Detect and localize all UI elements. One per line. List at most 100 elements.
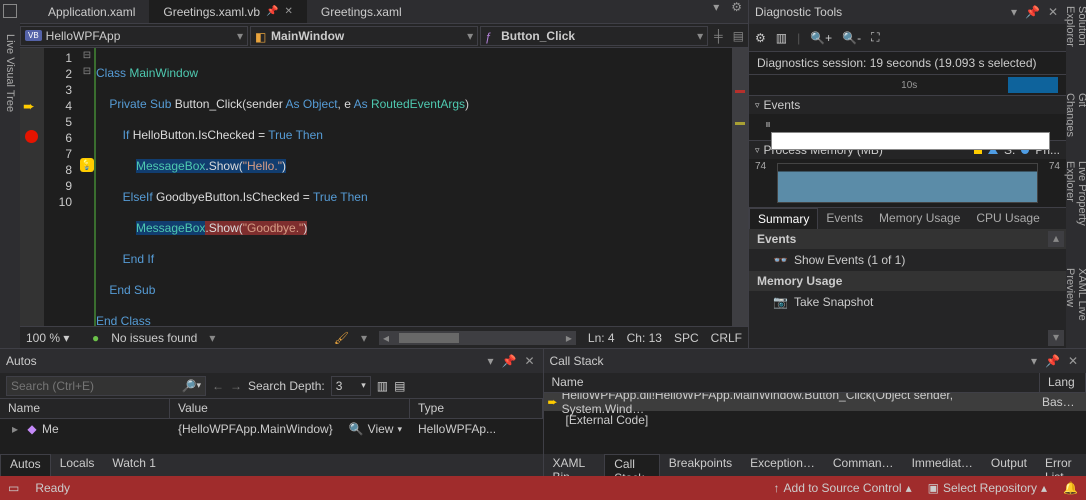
close-icon[interactable]: ✕ (1046, 5, 1060, 19)
tab-application-xaml[interactable]: Application.xaml (34, 0, 149, 23)
take-snapshot-link[interactable]: 📷 Take Snapshot (749, 291, 1066, 313)
chevron-down-icon[interactable]: ▾ (467, 29, 473, 43)
chevron-down-icon[interactable]: ▾ (209, 331, 215, 345)
show-events-link[interactable]: 👓 Show Events (1 of 1) (749, 249, 1066, 271)
col-type[interactable]: Type (410, 399, 543, 418)
autos-grid[interactable]: ▸ ◆ Me {HelloWPFApp.MainWindow} 🔍 View ▾… (0, 419, 543, 454)
memory-chart[interactable]: 74 74 (749, 159, 1066, 207)
depth-selector[interactable]: 3▾ (331, 376, 371, 396)
chevron-down-icon[interactable]: ▾ (237, 29, 243, 43)
breakpoint-icon[interactable] (25, 130, 38, 143)
code-editor[interactable]: ➨ 12345678910 ⊟⊟ Class MainWindow Privat… (20, 48, 748, 326)
select-tools-icon[interactable]: ▥ (776, 31, 787, 45)
col-name[interactable]: Name (544, 373, 1041, 392)
nav-method[interactable]: ƒ Button_Click ▾ (480, 26, 708, 46)
lightbulb-icon[interactable]: 💡 (80, 158, 94, 172)
tab-locals[interactable]: Locals (51, 454, 104, 476)
close-icon[interactable]: ✕ (1066, 354, 1080, 368)
search-icon[interactable]: 🔎 (182, 379, 197, 393)
horizontal-scrollbar[interactable]: ◂▸ (379, 331, 576, 345)
tab-error-list[interactable]: Error List (1036, 454, 1086, 476)
pin-icon[interactable]: 📌 (1043, 354, 1062, 368)
tab-autos[interactable]: Autos (0, 454, 51, 476)
split-plus-icon[interactable]: ╪ (710, 29, 727, 43)
toolbar-icon[interactable]: ▤ (394, 379, 405, 393)
scroll-down-icon[interactable]: ▾ (1048, 330, 1064, 346)
events-section-header[interactable]: ▿ Events (749, 96, 1066, 114)
vertical-scrollbar[interactable] (732, 48, 748, 326)
magnifier-icon[interactable]: 🔍 (349, 422, 364, 436)
code-content[interactable]: Class MainWindow Private Sub Button_Clic… (94, 48, 732, 326)
tab-memory-usage[interactable]: Memory Usage (871, 208, 968, 229)
pin-icon[interactable]: 📌 (1023, 5, 1042, 19)
close-icon[interactable]: ✕ (285, 6, 293, 17)
autos-search[interactable]: 🔎▾ (6, 376, 206, 396)
search-input[interactable] (11, 379, 182, 393)
tab-immediate[interactable]: Immediat… (903, 454, 982, 476)
line-indicator[interactable]: Ln: 4 (588, 331, 615, 345)
col-indicator[interactable]: Ch: 13 (627, 331, 662, 345)
pin-icon[interactable]: 📌 (266, 6, 278, 17)
split-window-icon[interactable]: ▤ (729, 29, 748, 43)
toolbar-icon[interactable]: ▥ (377, 379, 388, 393)
nav-forward-icon[interactable]: → (230, 379, 242, 393)
gear-icon[interactable]: ⚙ (725, 0, 748, 23)
time-ruler[interactable]: 10s (749, 75, 1066, 95)
zoom-out-icon[interactable]: 🔍- (842, 31, 861, 45)
tab-cpu-usage[interactable]: CPU Usage (968, 208, 1047, 229)
gear-icon[interactable]: ⚙ (755, 31, 766, 45)
status-rect-icon[interactable]: ▭ (8, 481, 19, 495)
status-bar: ▭ Ready ↑ Add to Source Control ▴ ▣ Sele… (0, 476, 1086, 500)
col-name[interactable]: Name (0, 399, 170, 418)
scroll-up-icon[interactable]: ▴ (1048, 231, 1064, 247)
window-dropdown-icon[interactable]: ▾ (485, 354, 495, 368)
expand-icon[interactable]: ▸ (8, 422, 22, 436)
lineending-indicator[interactable]: CRLF (711, 331, 742, 345)
issues-label[interactable]: No issues found (111, 331, 197, 345)
tab-xaml-binding[interactable]: XAML Bin… (544, 454, 605, 476)
tab-output[interactable]: Output (982, 454, 1036, 476)
notifications-icon[interactable]: 🔔 (1063, 481, 1078, 495)
chevron-down-icon[interactable]: ▾ (697, 29, 703, 43)
pause-icon[interactable]: ⏸ (765, 117, 771, 131)
tab-command[interactable]: Comman… (824, 454, 903, 476)
nav-back-icon[interactable]: ← (212, 379, 224, 393)
reset-view-icon[interactable]: ⛶ (871, 30, 879, 45)
tab-call-stack[interactable]: Call Stack (604, 454, 660, 476)
callstack-row[interactable]: [External Code] (544, 411, 1086, 429)
window-dropdown-icon[interactable]: ▾ (1029, 354, 1039, 368)
live-visual-tree-icon[interactable] (3, 4, 17, 18)
tab-events[interactable]: Events (818, 208, 871, 229)
tab-summary[interactable]: Summary (749, 208, 818, 229)
fold-margin[interactable]: ⊟⊟ (80, 48, 94, 326)
window-dropdown-icon[interactable]: ▾ (1009, 5, 1019, 19)
col-lang[interactable]: Lang (1040, 373, 1086, 392)
callstack-row[interactable]: ➨ HelloWPFApp.dll!HelloWPFApp.MainWindow… (544, 393, 1086, 411)
view-button[interactable]: View (368, 422, 394, 436)
autos-row[interactable]: ▸ ◆ Me {HelloWPFApp.MainWindow} 🔍 View ▾… (0, 419, 543, 439)
add-source-control-button[interactable]: ↑ Add to Source Control ▴ (774, 481, 912, 495)
brush-icon[interactable]: 🖌 (334, 331, 349, 345)
time-selection[interactable] (1008, 77, 1058, 93)
rail-solution-explorer[interactable]: Solution Explorer (1062, 4, 1086, 77)
active-files-dropdown-icon[interactable]: ▾ (707, 0, 725, 23)
glyph-margin[interactable]: ➨ (20, 48, 44, 326)
rail-live-visual-tree[interactable]: Live Visual Tree (2, 32, 18, 114)
chevron-down-icon[interactable]: ▾ (361, 331, 367, 345)
events-track[interactable]: ⏸ (749, 114, 1066, 140)
tab-exception[interactable]: Exception… (741, 454, 824, 476)
select-repository-button[interactable]: ▣ Select Repository ▴ (928, 481, 1047, 495)
nav-project[interactable]: VB HelloWPFApp ▾ (20, 26, 248, 46)
spaces-indicator[interactable]: SPC (674, 331, 699, 345)
callstack-grid[interactable]: ➨ HelloWPFApp.dll!HelloWPFApp.MainWindow… (544, 393, 1086, 454)
nav-class[interactable]: ◧ MainWindow ▾ (250, 26, 478, 46)
pin-icon[interactable]: 📌 (499, 354, 518, 368)
tab-breakpoints[interactable]: Breakpoints (660, 454, 741, 476)
zoom-level[interactable]: 100 % ▾ (26, 331, 80, 345)
zoom-in-icon[interactable]: 🔍+ (810, 31, 832, 45)
close-icon[interactable]: ✕ (522, 354, 536, 368)
col-value[interactable]: Value (170, 399, 410, 418)
tab-greetings-xaml-vb[interactable]: Greetings.xaml.vb 📌 ✕ (149, 0, 307, 23)
tab-watch1[interactable]: Watch 1 (103, 454, 165, 476)
tab-greetings-xaml[interactable]: Greetings.xaml (307, 0, 416, 23)
